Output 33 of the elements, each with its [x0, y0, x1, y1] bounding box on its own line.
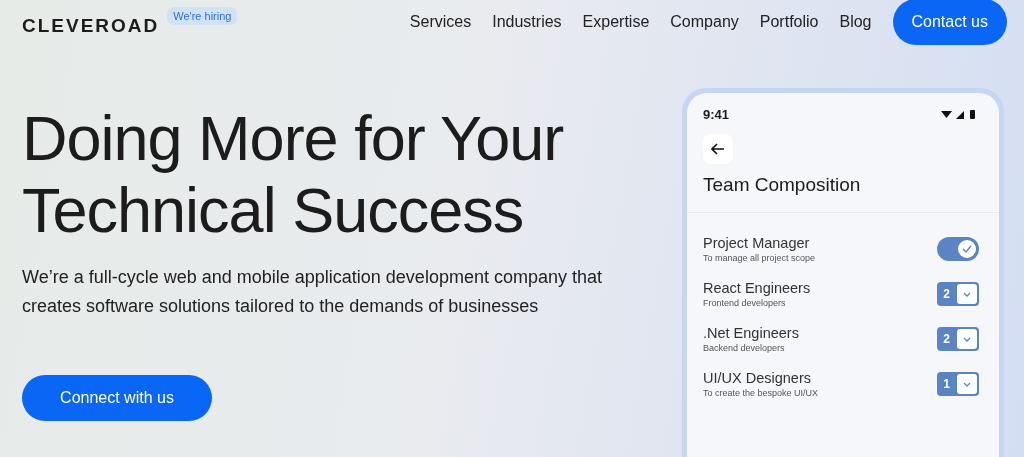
- connect-button[interactable]: Connect with us: [22, 375, 212, 421]
- hiring-badge[interactable]: We're hiring: [167, 7, 238, 25]
- role-name: Project Manager: [703, 235, 811, 251]
- contact-button[interactable]: Contact us: [892, 0, 1007, 45]
- nav-link[interactable]: Services: [409, 13, 472, 31]
- role-note: To manage all project scope: [703, 253, 816, 263]
- count-dropdown[interactable]: 1: [937, 372, 979, 396]
- hero-subtitle: We’re a full-cycle web and mobile application development company that creates software solutions tailored to the demands of businesses: [22, 266, 603, 318]
- logo[interactable]: CLEVEROAD: [22, 15, 160, 37]
- status-time: 9:41: [703, 107, 730, 122]
- chevron-down-icon: [963, 291, 971, 297]
- role-name: React Engineers: [703, 280, 811, 296]
- role-name: .Net Engineers: [703, 325, 799, 341]
- hero-title: Technical Success: [22, 174, 524, 246]
- role-note: To create the bespoke UI/UX: [703, 388, 819, 398]
- back-arrow-icon: [711, 143, 725, 155]
- chevron-down-icon: [963, 336, 971, 342]
- nav-link[interactable]: Company: [670, 13, 739, 31]
- count-dropdown[interactable]: 2: [937, 327, 979, 351]
- nav-link[interactable]: Expertise: [582, 13, 650, 31]
- hero-title: Doing More for Your: [22, 102, 564, 174]
- nav-link[interactable]: Portfolio: [759, 13, 819, 31]
- role-note: Frontend developers: [703, 298, 787, 308]
- back-button[interactable]: [703, 134, 733, 164]
- screen-title: Team Composition: [687, 174, 999, 213]
- check-icon: [962, 245, 972, 253]
- role-name: UI/UX Designers: [703, 370, 812, 386]
- count-dropdown[interactable]: 2: [937, 282, 979, 306]
- nav-link[interactable]: Blog: [839, 13, 872, 31]
- toggle-switch[interactable]: [937, 237, 979, 261]
- chevron-down-icon: [963, 381, 971, 387]
- nav-link[interactable]: Industries: [492, 13, 562, 31]
- role-note: Backend developers: [703, 343, 786, 353]
